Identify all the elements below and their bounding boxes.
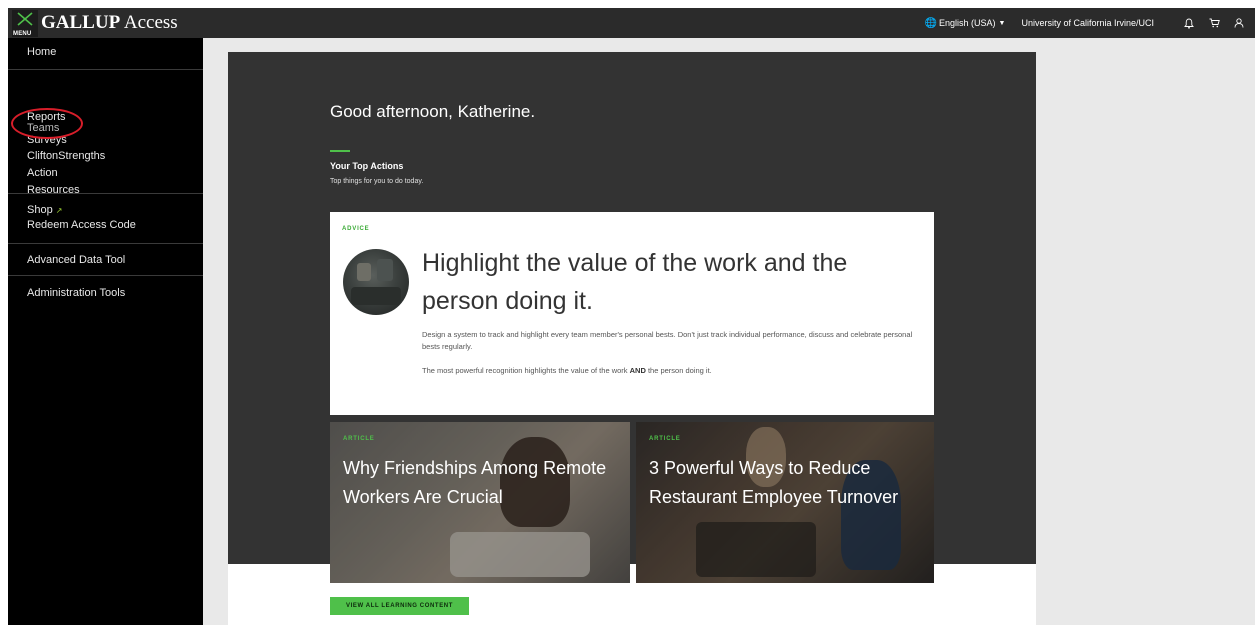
- sidebar-item-redeem-access-code[interactable]: Redeem Access Code: [8, 216, 203, 234]
- close-icon: [17, 12, 33, 26]
- article-card-remote-workers[interactable]: ARTICLE Why Friendships Among Remote Wor…: [330, 422, 630, 583]
- chevron-down-icon: ▼: [998, 19, 1006, 27]
- sidebar-item-shop-label: Shop: [27, 204, 53, 216]
- sidebar-item-cliftonstrengths[interactable]: CliftonStrengths: [8, 147, 203, 165]
- top-actions-title: Your Top Actions: [330, 161, 404, 171]
- bell-icon[interactable]: [1183, 17, 1195, 29]
- sidebar-group-shop: Shop ↗ Redeem Access Code: [8, 194, 203, 244]
- advice-body: Design a system to track and highlight e…: [422, 330, 913, 351]
- sidebar-item-action[interactable]: Action: [8, 164, 203, 182]
- brand-logo[interactable]: GALLUP Access: [41, 12, 178, 34]
- language-label: English (USA): [938, 18, 996, 28]
- user-icon[interactable]: [1233, 17, 1245, 29]
- sidebar: Home Reports Teams Surveys CliftonStreng…: [8, 38, 203, 625]
- advice-card[interactable]: ADVICE Highlight the value of the work a…: [330, 212, 934, 415]
- menu-button[interactable]: MENU: [12, 10, 38, 37]
- advice-body-secondary-pre: The most powerful recognition highlights…: [422, 366, 630, 375]
- accent-divider: [330, 150, 350, 152]
- advice-tag: ADVICE: [342, 226, 370, 232]
- sidebar-item-advanced-data-tool[interactable]: Advanced Data Tool: [8, 251, 203, 269]
- advice-headline: Highlight the value of the work and the …: [422, 249, 848, 315]
- view-all-learning-content-button[interactable]: VIEW ALL LEARNING CONTENT: [330, 597, 469, 615]
- advice-body-secondary: The most powerful recognition highlights…: [422, 366, 922, 375]
- cart-icon[interactable]: [1208, 17, 1220, 29]
- article-tag: ARTICLE: [649, 436, 681, 442]
- top-actions-subtitle: Top things for you to do today.: [330, 178, 424, 185]
- advice-body-secondary-post: the person doing it.: [645, 366, 712, 375]
- top-right-controls: 🌐 English (USA) ▼ University of Californ…: [925, 8, 1249, 38]
- sidebar-group-home: Home: [8, 38, 203, 70]
- sidebar-item-administration-tools[interactable]: Administration Tools: [8, 284, 203, 302]
- sidebar-item-home[interactable]: Home: [8, 43, 203, 61]
- brand-product: Access: [123, 12, 178, 33]
- external-link-icon: ↗: [55, 206, 63, 215]
- article-card-restaurant-turnover[interactable]: ARTICLE 3 Powerful Ways to Reduce Restau…: [636, 422, 934, 583]
- article-title: 3 Powerful Ways to Reduce Restaurant Emp…: [649, 458, 899, 507]
- language-selector[interactable]: 🌐 English (USA) ▼: [925, 18, 1006, 29]
- advice-photo: [343, 249, 409, 315]
- organization-selector[interactable]: University of California Irvine/UCI: [1021, 18, 1154, 28]
- article-title: Why Friendships Among Remote Workers Are…: [343, 458, 607, 507]
- sidebar-group-admin: Administration Tools: [8, 276, 203, 302]
- sidebar-item-resources[interactable]: Resources: [8, 181, 203, 199]
- menu-label: MENU: [13, 31, 32, 37]
- article-tag: ARTICLE: [343, 436, 375, 442]
- sidebar-group-data-tool: Advanced Data Tool: [8, 244, 203, 276]
- top-bar: MENU GALLUP Access 🌐 English (USA) ▼ Uni…: [8, 8, 1255, 38]
- globe-icon: 🌐: [924, 17, 937, 29]
- sidebar-group-main: Reports Teams Surveys CliftonStrengths A…: [8, 70, 203, 196]
- brand-name: GALLUP: [41, 12, 121, 33]
- greeting-heading: Good afternoon, Katherine.: [330, 102, 536, 121]
- advice-body-secondary-bold: AND: [629, 366, 646, 375]
